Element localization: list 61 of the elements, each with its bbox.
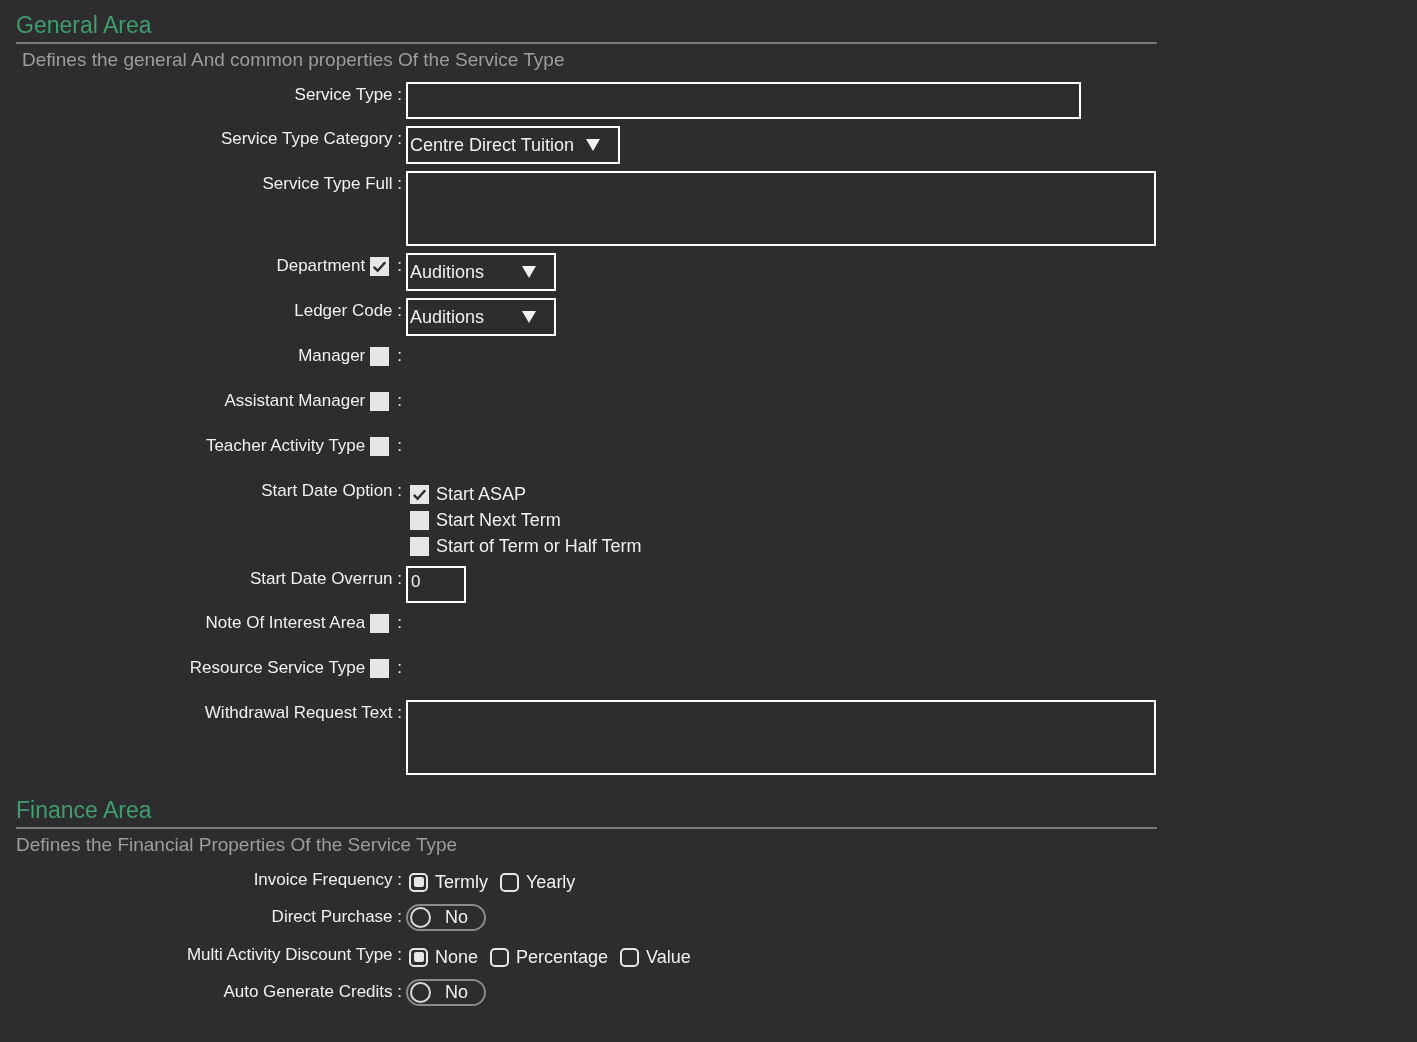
field-label: Resource Service Type [189,657,366,679]
section-title: General Area [16,10,1157,44]
option-label: Value [646,945,691,969]
checkbox[interactable] [370,658,390,678]
toggle-switch[interactable]: No [406,904,486,931]
option-label: Percentage [516,945,609,969]
section-title: Finance Area [16,795,1157,829]
colon: : [397,612,402,634]
colon: : [397,435,402,457]
field-label: Service Type Category : [220,128,402,150]
field-label: Teacher Activity Type [205,435,366,457]
section-description: Defines the Financial Properties Of the Service Type [16,833,459,857]
option-label: Start Next Term [436,508,561,532]
colon: : [397,345,402,367]
option-label: Termly [435,870,488,894]
field-label: Department [276,255,366,277]
checkbox[interactable] [370,391,390,411]
field-label: Auto Generate Credits : [223,981,402,1003]
radio-button[interactable] [500,872,519,892]
option-label: None [435,945,479,969]
colon: : [397,390,402,412]
field-label: Service Type Full : [262,173,402,195]
field-label: Assistant Manager [224,390,366,412]
field-label: Service Type : [294,84,402,106]
colon: : [397,657,402,679]
field-label: Start Date Option : [261,480,402,502]
dropdown[interactable]: Auditions [406,253,556,291]
option-label: Yearly [526,870,576,894]
text-area[interactable] [406,171,1156,246]
checkbox[interactable] [410,536,429,556]
checkbox[interactable] [370,436,390,456]
field-label: Start Date Overrun : [249,568,402,590]
radio-button[interactable] [620,947,640,967]
radio-button[interactable] [409,872,428,892]
caret-icon [522,266,536,278]
checkbox[interactable] [410,510,429,530]
checkbox[interactable] [410,484,429,504]
field-label: Manager [298,345,366,367]
radio-button[interactable] [490,947,510,967]
field-label: Ledger Code : [294,300,402,322]
field-label: Note Of Interest Area [205,612,366,634]
dropdown[interactable]: Centre Direct Tuition [406,126,621,164]
caret-icon [522,311,536,323]
option-label: Start of Term or Half Term [436,534,642,558]
toggle-switch[interactable]: No [406,979,486,1006]
text-field[interactable] [406,82,1081,119]
field-label: Multi Activity Discount Type : [186,944,402,966]
checkbox[interactable] [370,613,390,633]
caret-icon [586,139,601,151]
checkbox[interactable] [370,256,390,276]
field-label: Withdrawal Request Text : [204,702,402,724]
dropdown[interactable]: Auditions [406,298,556,336]
section-description: Defines the general And common properties Of the Service Type [21,48,566,72]
radio-button[interactable] [409,947,428,967]
option-label: Start ASAP [436,482,527,506]
text-area[interactable] [406,700,1156,775]
checkbox[interactable] [370,346,390,366]
colon: : [397,255,402,277]
field-label: Direct Purchase : [271,906,402,928]
field-label: Invoice Frequency : [253,869,402,891]
number-field[interactable]: 0 [406,566,466,603]
